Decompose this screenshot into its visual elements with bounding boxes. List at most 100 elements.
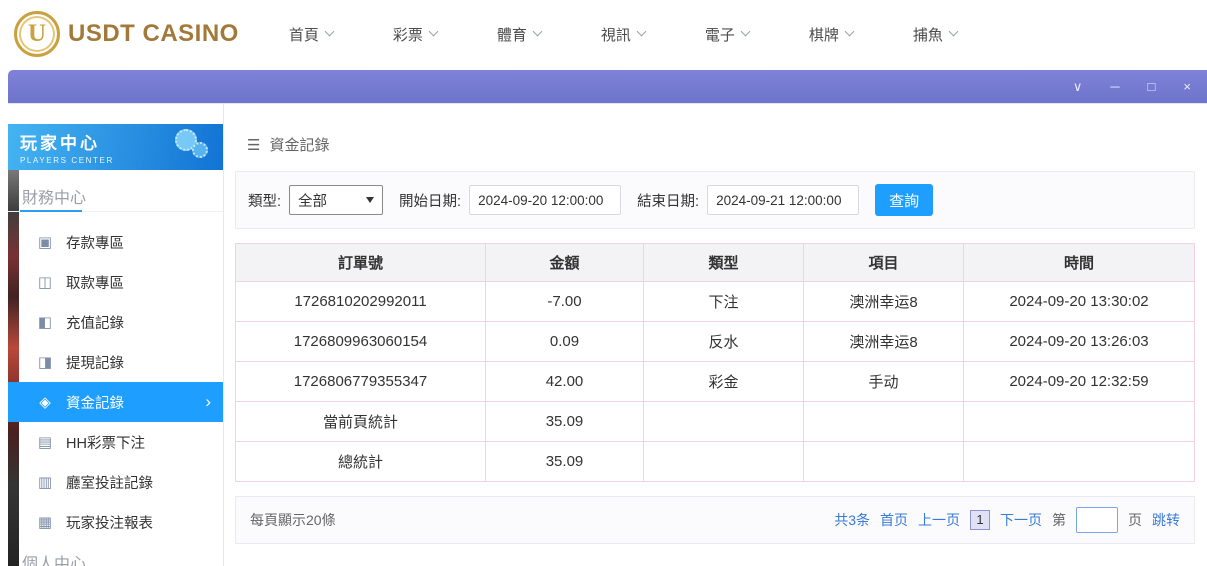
sidebar-item[interactable]: ▥ 廳室投註記錄 › xyxy=(8,462,223,502)
sidebar-item[interactable]: ◫ 取款專區 › xyxy=(8,262,223,302)
per-page-label: 每頁顯示20條 xyxy=(250,510,336,530)
topnav-items: 首頁 彩票 體育 視訊 電子 棋牌 捕魚 xyxy=(259,24,987,45)
next-page-link[interactable]: 下一页 xyxy=(1000,510,1042,530)
table-cell: 35.09 xyxy=(486,402,644,442)
maximize-icon[interactable]: □ xyxy=(1148,79,1156,94)
withdraw-record-icon: ◨ xyxy=(36,353,54,371)
sidebar-item-label: 存款專區 xyxy=(66,232,124,253)
window-body: 玩家中心 PLAYERS CENTER 財務中心 ▣ 存款專區 › ◫ 取款專區… xyxy=(8,103,1207,566)
end-date-input[interactable] xyxy=(707,185,859,215)
deposit-icon: ▣ xyxy=(36,233,54,251)
funds-record-icon: ◈ xyxy=(36,393,54,411)
jump-button[interactable]: 跳转 xyxy=(1152,510,1180,530)
table-cell: -7.00 xyxy=(486,282,644,322)
sidebar-menu: ▣ 存款專區 › ◫ 取款專區 › ◧ 充值記錄 › ◨ 提現記錄 › ◈ 資金… xyxy=(8,222,223,542)
lottery-bet-icon: ▤ xyxy=(36,433,54,451)
table-cell: 下注 xyxy=(644,282,804,322)
table-cell: 總統計 xyxy=(236,442,486,482)
type-label: 類型: xyxy=(248,190,281,211)
column-header: 訂單號 xyxy=(236,244,486,282)
topnav-item[interactable]: 視訊 xyxy=(571,24,675,45)
start-date-input[interactable] xyxy=(469,185,621,215)
table-cell: 2024-09-20 13:30:02 xyxy=(964,282,1194,322)
sidebar-item-label: 玩家投注報表 xyxy=(66,512,153,533)
prev-page-link[interactable]: 上一页 xyxy=(918,510,960,530)
sidebar-item[interactable]: ◨ 提現記錄 › xyxy=(8,342,223,382)
table-cell: 0.09 xyxy=(486,322,644,362)
first-page-link[interactable]: 首页 xyxy=(880,510,908,530)
sidebar-item[interactable]: ▣ 存款專區 › xyxy=(8,222,223,262)
type-select[interactable]: 全部 xyxy=(289,185,383,215)
sidebar-item-label: HH彩票下注 xyxy=(66,432,145,453)
column-header: 金額 xyxy=(486,244,644,282)
sidebar-item[interactable]: ▦ 玩家投注報表 › xyxy=(8,502,223,542)
topnav-item-label: 捕魚 xyxy=(913,24,943,45)
table-cell xyxy=(804,402,964,442)
sidebar-item-label: 提現記錄 xyxy=(66,352,124,373)
hall-bet-record-icon: ▥ xyxy=(36,473,54,491)
topnav-item-label: 彩票 xyxy=(393,24,423,45)
logo-icon: U xyxy=(14,11,60,57)
chevron-down-icon xyxy=(324,27,334,37)
section-accent-underline xyxy=(20,210,82,212)
table-body: 1726810202992011-7.00下注澳洲幸运82024-09-20 1… xyxy=(236,282,1194,482)
sidebar-item[interactable]: ◧ 充值記錄 › xyxy=(8,302,223,342)
column-header: 時間 xyxy=(964,244,1194,282)
topnav-item[interactable]: 彩票 xyxy=(363,24,467,45)
sidebar-section-finance: 財務中心 xyxy=(22,184,86,208)
pagination: 共3条 首页 上一页 1 下一页 第 页 跳转 xyxy=(834,507,1180,533)
table-cell: 35.09 xyxy=(486,442,644,482)
table-row: 當前頁統計35.09 xyxy=(236,402,1194,442)
funds-table: 訂單號金額類型項目時間 1726810202992011-7.00下注澳洲幸运8… xyxy=(235,243,1195,482)
table-cell xyxy=(964,442,1194,482)
topnav-item-label: 電子 xyxy=(705,24,735,45)
start-date-label: 開始日期: xyxy=(399,190,461,211)
topnav-item-label: 首頁 xyxy=(289,24,319,45)
recharge-record-icon: ◧ xyxy=(36,313,54,331)
table-footer: 每頁顯示20條 共3条 首页 上一页 1 下一页 第 页 跳转 xyxy=(235,496,1195,544)
column-header: 類型 xyxy=(644,244,804,282)
sidebar-item[interactable]: ▤ HH彩票下注 › xyxy=(8,422,223,462)
topnav-item[interactable]: 體育 xyxy=(467,24,571,45)
table-cell: 1726810202992011 xyxy=(236,282,486,322)
sidebar-item-label: 充值記錄 xyxy=(66,312,124,333)
table-row: 1726810202992011-7.00下注澳洲幸运82024-09-20 1… xyxy=(236,282,1194,322)
table-cell: 1726809963060154 xyxy=(236,322,486,362)
chevron-down-icon xyxy=(636,27,646,37)
table-cell: 手动 xyxy=(804,362,964,402)
search-button[interactable]: 查詢 xyxy=(875,184,933,216)
chevron-down-icon[interactable]: ∨ xyxy=(1073,79,1083,94)
table-cell: 反水 xyxy=(644,322,804,362)
topnav-item[interactable]: 棋牌 xyxy=(779,24,883,45)
topnav-item[interactable]: 首頁 xyxy=(259,24,363,45)
screen: U USDT CASINO 首頁 彩票 體育 視訊 電子 棋牌 捕魚 ∨ ─ □ × xyxy=(0,0,1207,566)
chevron-down-icon xyxy=(532,27,542,37)
table-cell: 澳洲幸运8 xyxy=(804,282,964,322)
sidebar-item-label: 取款專區 xyxy=(66,272,124,293)
table-row: 總統計35.09 xyxy=(236,442,1194,482)
topnav-item[interactable]: 捕魚 xyxy=(883,24,987,45)
topnav-item-label: 體育 xyxy=(497,24,527,45)
menu-icon[interactable]: ☰ xyxy=(247,136,260,154)
sidebar-header: 玩家中心 PLAYERS CENTER xyxy=(8,124,223,170)
table-cell xyxy=(964,402,1194,442)
table-cell: 2024-09-20 13:26:03 xyxy=(964,322,1194,362)
sidebar-subtitle: PLAYERS CENTER xyxy=(20,156,211,165)
sidebar-item[interactable]: ◈ 資金記錄 › xyxy=(8,382,223,422)
close-icon[interactable]: × xyxy=(1183,79,1191,94)
logo[interactable]: U USDT CASINO xyxy=(14,11,239,57)
jump-suffix: 页 xyxy=(1128,510,1142,530)
table-row: 17268099630601540.09反水澳洲幸运82024-09-20 13… xyxy=(236,322,1194,362)
type-select-value: 全部 xyxy=(298,190,327,211)
table-cell xyxy=(644,402,804,442)
topnav-item-label: 視訊 xyxy=(601,24,631,45)
page-jump-input[interactable] xyxy=(1076,507,1118,533)
minimize-icon[interactable]: ─ xyxy=(1110,79,1119,94)
chevron-down-icon xyxy=(948,27,958,37)
chevron-down-icon xyxy=(740,27,750,37)
topnav-item[interactable]: 電子 xyxy=(675,24,779,45)
chevron-right-icon: › xyxy=(205,392,211,412)
sidebar-item-label: 資金記錄 xyxy=(66,392,124,413)
current-page[interactable]: 1 xyxy=(970,510,990,530)
main-content: ☰ 資金記錄 類型: 全部 開始日期: 結束日期: 查詢 訂單號金 xyxy=(225,104,1207,566)
